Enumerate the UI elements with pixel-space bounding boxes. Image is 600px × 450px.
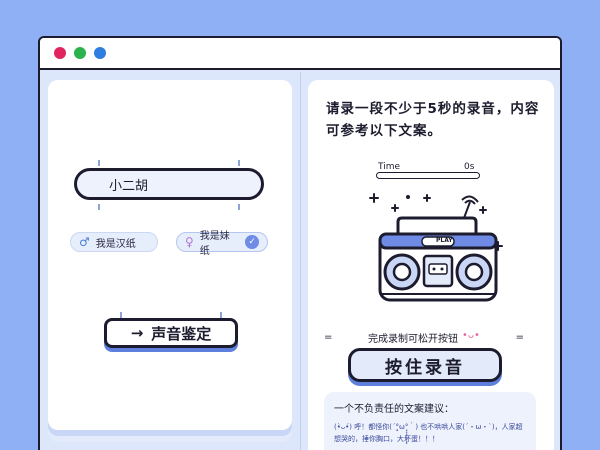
app-window: ♂ 我是汉纸 ♀ 我是妹纸 ✓ → 声音鉴定 请录一段不少于5秒的录音，内容可参… xyxy=(38,36,562,450)
timer-progress-bar xyxy=(376,172,480,179)
script-suggestion-card: 一个不负责任的文案建议： (•̀ᴗ•́) 呼！都怪你(´°̥̥̥̥̥̥̥̥ω°̥… xyxy=(324,392,536,450)
suggestion-title: 一个不负责任的文案建议： xyxy=(334,404,454,415)
name-input[interactable] xyxy=(74,168,264,200)
timer-value: 0s xyxy=(464,162,475,172)
hint-content: 完成录制可松开按钮 •ᴗ• xyxy=(368,330,480,345)
decor-tick xyxy=(98,204,100,210)
maximize-dot[interactable] xyxy=(94,47,106,59)
record-instruction: 请录一段不少于5秒的录音，内容可参考以下文案。 xyxy=(326,101,540,139)
female-icon: ♀ xyxy=(185,235,194,249)
gender-male-label: 我是汉纸 xyxy=(95,238,136,250)
decor-tick xyxy=(238,204,240,210)
hint-kaomoji: •ᴗ• xyxy=(462,330,480,341)
decor-tick xyxy=(98,160,100,166)
hint-left-mark: = xyxy=(324,332,333,343)
timer-label: Time xyxy=(378,162,401,172)
arrow-right-icon: → xyxy=(130,324,144,342)
hint-right-mark: = xyxy=(515,332,524,343)
voice-identify-label: 声音鉴定 xyxy=(151,324,212,343)
voice-identify-button[interactable]: → 声音鉴定 xyxy=(104,318,238,348)
name-panel: ♂ 我是汉纸 ♀ 我是妹纸 ✓ → 声音鉴定 xyxy=(48,80,292,430)
checkmark-icon: ✓ xyxy=(245,235,259,249)
close-dot[interactable] xyxy=(54,47,66,59)
hold-to-record-button[interactable]: 按住录音 xyxy=(348,348,502,382)
record-hint: = 完成录制可松开按钮 •ᴗ• = xyxy=(324,330,524,345)
gender-female-label: 我是妹纸 xyxy=(199,231,230,257)
record-panel: 请录一段不少于5秒的录音，内容可参考以下文案。 Time 0s PLAY = 完… xyxy=(308,80,554,450)
gender-male-option[interactable]: ♂ 我是汉纸 xyxy=(70,232,158,252)
decor-tick xyxy=(238,160,240,166)
cassette-play-label: PLAY xyxy=(436,237,453,244)
suggestion-text: (•̀ᴗ•́) 呼！都怪你(´°̥̥̥̥̥̥̥̥ω°̥̥̥̥̥̥̥̥｀) 也不哄… xyxy=(334,423,523,443)
cassette-player-icon xyxy=(369,193,503,302)
hold-to-record-label: 按住录音 xyxy=(385,357,465,378)
title-bar xyxy=(40,38,560,70)
male-icon: ♂ xyxy=(79,235,90,249)
gender-female-option[interactable]: ♀ 我是妹纸 ✓ xyxy=(176,231,268,257)
panel-divider xyxy=(300,72,301,450)
hint-text: 完成录制可松开按钮 xyxy=(368,334,459,345)
minimize-dot[interactable] xyxy=(74,47,86,59)
